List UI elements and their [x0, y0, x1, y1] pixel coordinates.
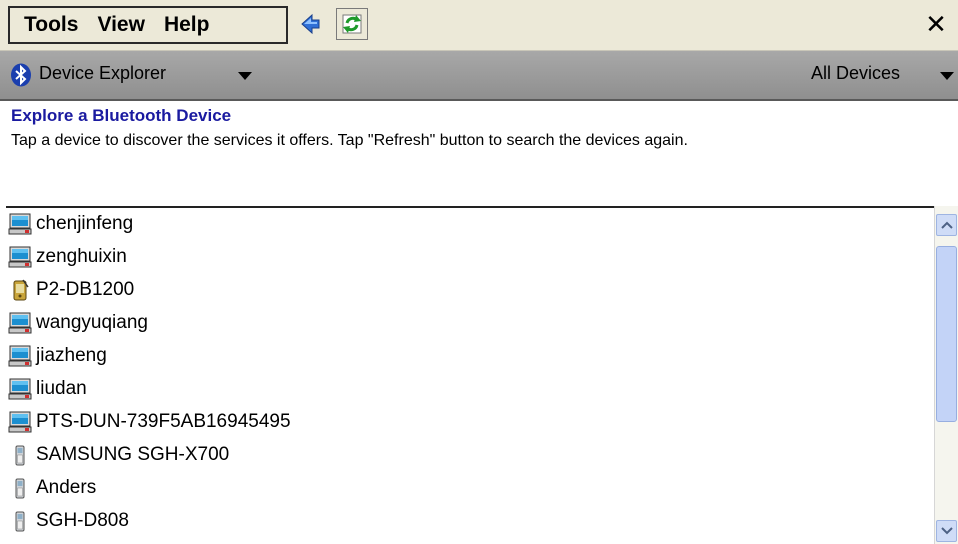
- device-name: P2-DB1200: [36, 279, 135, 300]
- computer-icon: [8, 377, 32, 401]
- list-item[interactable]: zenghuixin: [8, 241, 127, 273]
- device-name: Anders: [36, 477, 97, 498]
- device-name: zenghuixin: [36, 246, 127, 267]
- computer-icon: [8, 410, 32, 434]
- nav-bar: Device Explorer All Devices: [0, 51, 958, 101]
- page-title: Explore a Bluetooth Device: [11, 106, 232, 125]
- list-item[interactable]: Anders: [8, 472, 96, 504]
- back-button[interactable]: [294, 8, 326, 40]
- menu-bar: Tools View Help ✕: [0, 0, 958, 51]
- list-item[interactable]: PTS-DUN-739F5AB16945495: [8, 406, 291, 438]
- phone-icon: [8, 443, 32, 467]
- vertical-scrollbar[interactable]: [934, 206, 958, 544]
- computer-icon: [8, 212, 32, 236]
- computer-icon: [8, 311, 32, 335]
- device-name: jiazheng: [36, 345, 107, 366]
- device-name: SAMSUNG SGH-X700: [36, 444, 230, 465]
- scroll-down-button[interactable]: [936, 520, 957, 542]
- list-item[interactable]: wangyuqiang: [8, 307, 148, 339]
- pda-icon: [8, 278, 32, 302]
- chevron-down-icon: [940, 527, 953, 535]
- list-item[interactable]: chenjinfeng: [8, 208, 133, 240]
- list-item[interactable]: P2-DB1200: [8, 274, 134, 306]
- device-name: wangyuqiang: [36, 312, 148, 333]
- page-description: Tap a device to discover the services it…: [11, 132, 688, 149]
- scroll-thumb[interactable]: [936, 246, 957, 422]
- scroll-up-button[interactable]: [936, 214, 957, 236]
- menu-tools[interactable]: Tools: [10, 8, 87, 42]
- device-filter-select[interactable]: All Devices: [811, 63, 900, 84]
- device-name: PTS-DUN-739F5AB16945495: [36, 411, 291, 432]
- back-arrow-icon: [301, 13, 320, 35]
- computer-icon: [8, 344, 32, 368]
- chevron-down-icon[interactable]: [940, 72, 954, 80]
- menu-help[interactable]: Help: [154, 8, 219, 42]
- list-item[interactable]: liudan: [8, 373, 87, 405]
- menu-group: Tools View Help: [8, 6, 288, 44]
- device-list: chenjinfeng zenghuixin P2-DB1200 wangyuqian…: [6, 206, 958, 544]
- phone-icon: [8, 509, 32, 533]
- computer-icon: [8, 245, 32, 269]
- close-button[interactable]: ✕: [920, 8, 952, 40]
- device-name: SGH-D808: [36, 510, 129, 531]
- device-explorer-title[interactable]: Device Explorer: [39, 63, 166, 84]
- bluetooth-icon: [11, 63, 31, 87]
- device-name: chenjinfeng: [36, 213, 134, 234]
- list-item[interactable]: SAMSUNG SGH-X700: [8, 439, 229, 471]
- refresh-button[interactable]: [336, 8, 368, 40]
- list-item[interactable]: SGH-D808: [8, 505, 129, 537]
- device-name: liudan: [36, 378, 87, 399]
- list-item[interactable]: jiazheng: [8, 340, 107, 372]
- chevron-down-icon[interactable]: [238, 72, 252, 80]
- phone-icon: [8, 476, 32, 500]
- menu-view[interactable]: View: [87, 8, 153, 42]
- chevron-up-icon: [940, 221, 953, 229]
- refresh-icon: [342, 14, 362, 34]
